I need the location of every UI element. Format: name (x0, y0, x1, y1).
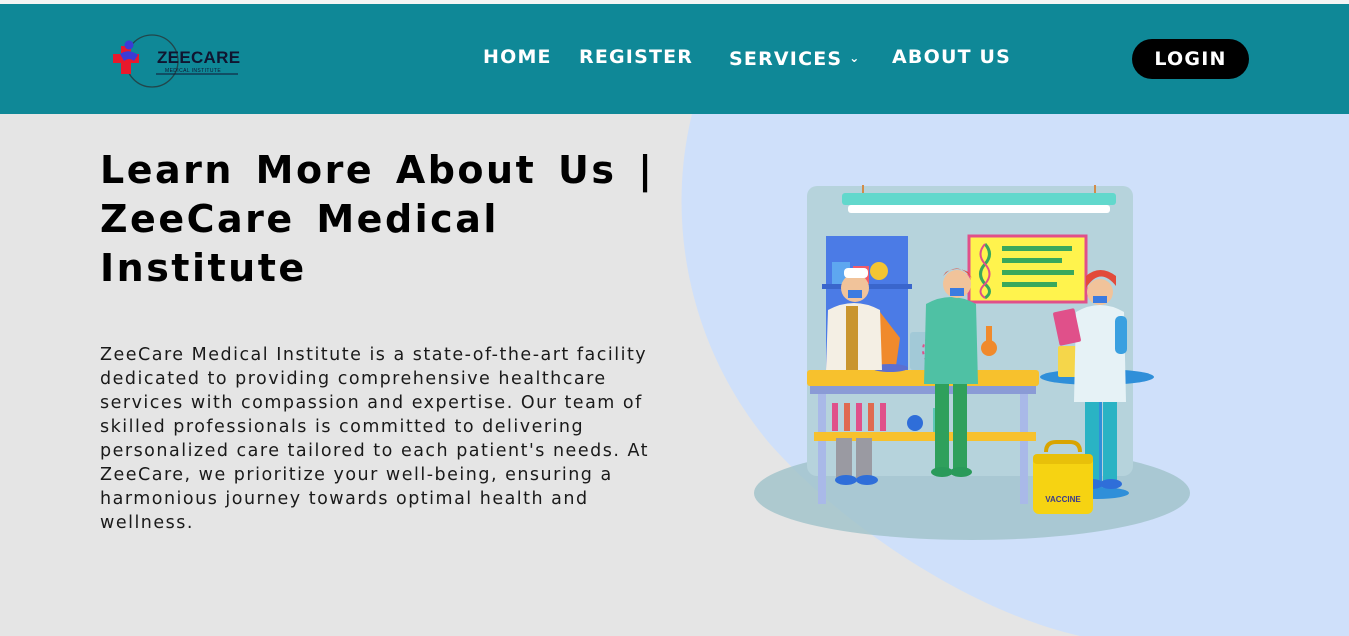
nav-home-link[interactable]: HOME (483, 46, 552, 68)
nav-services-label: SERVICES (729, 48, 843, 70)
nav-register-link[interactable]: REGISTER (579, 46, 693, 68)
chevron-down-icon: ⌄ (849, 51, 861, 65)
vaccine-case-label: VACCINE (1045, 495, 1081, 504)
logo-wordmark: ZEECARE (157, 48, 241, 67)
login-button[interactable]: LOGIN (1132, 39, 1249, 79)
zeecare-logo[interactable]: ZEECARE MEDICAL INSTITUTE (110, 34, 245, 88)
medical-lab-illustration: VACCINE (754, 185, 1190, 540)
nav-about-link[interactable]: ABOUT US (892, 46, 1011, 68)
about-description: ZeeCare Medical Institute is a state-of-… (100, 345, 649, 533)
about-page: ZEECARE MEDICAL INSTITUTE HOME REGISTER … (0, 0, 1349, 636)
nav-services-dropdown[interactable]: SERVICES ⌄ (729, 48, 861, 70)
navbar: ZEECARE MEDICAL INSTITUTE HOME REGISTER … (0, 4, 1349, 114)
logo-tagline: MEDICAL INSTITUTE (165, 68, 222, 74)
page-title: Learn More About Us | ZeeCare Medical In… (100, 148, 655, 290)
